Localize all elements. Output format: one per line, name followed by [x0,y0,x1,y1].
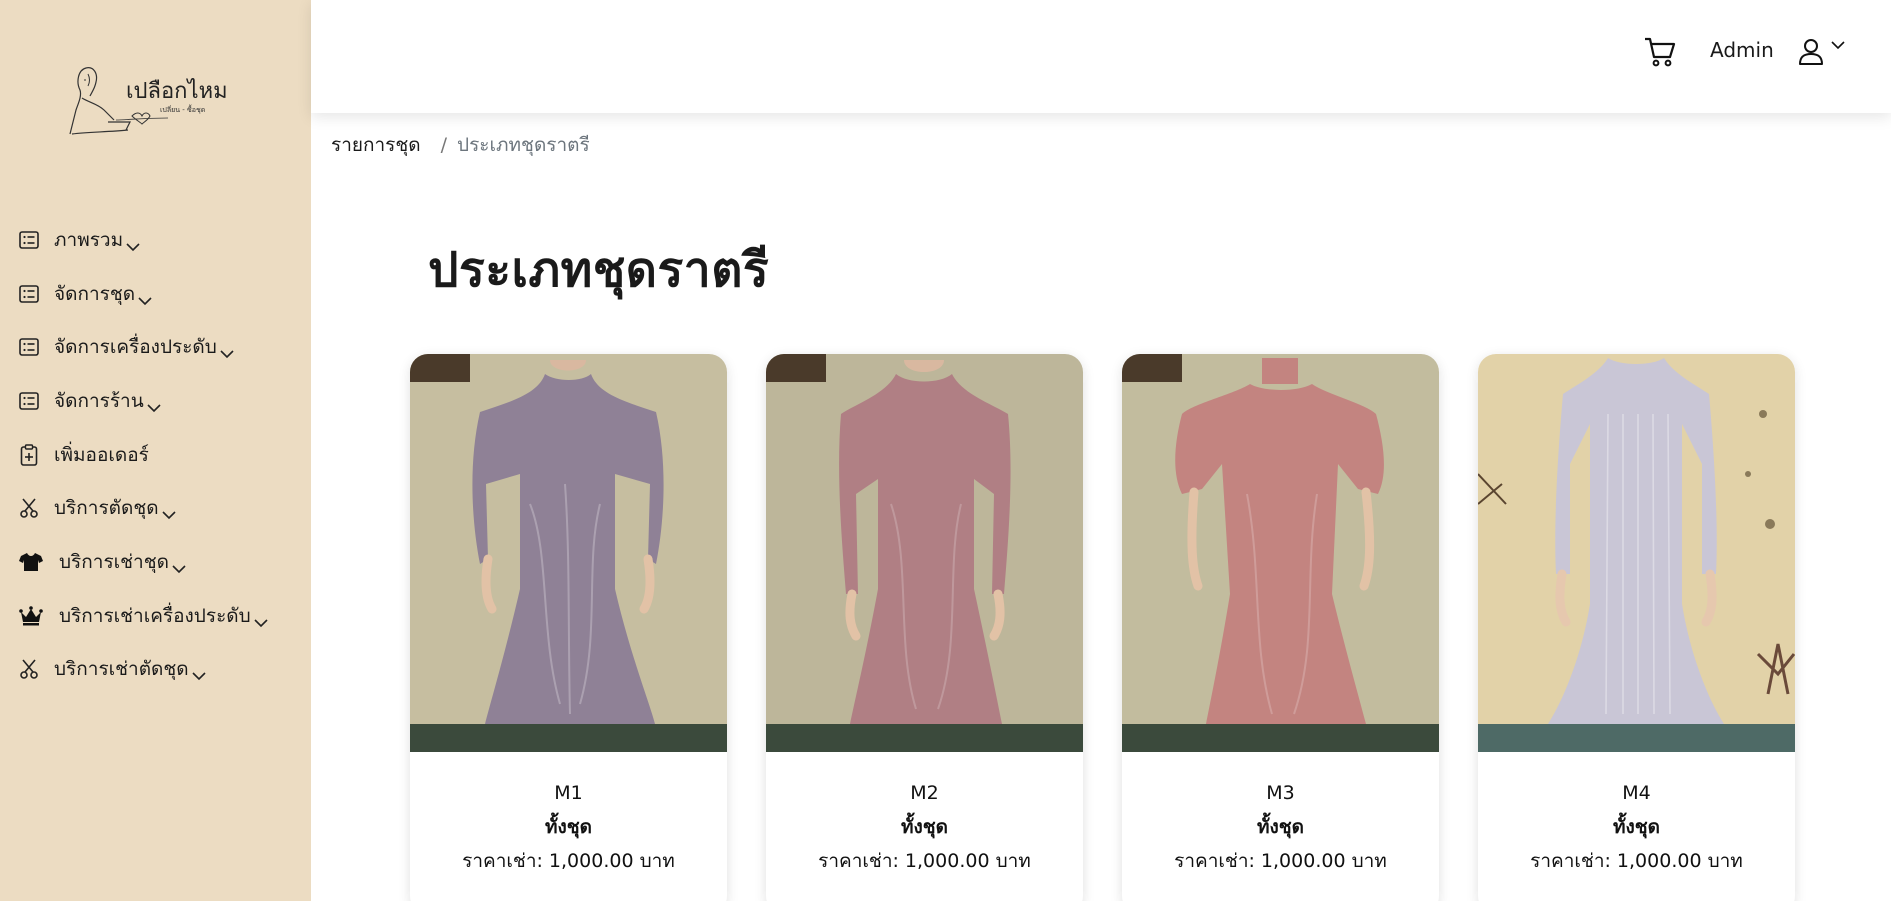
dress-image [766,354,1083,752]
sidebar-item-label: เพิ่มออเดอร์ [54,443,149,466]
app-root: เปลือกไหม เปลี่ยน - ซื้อชุด ภาพรวม จัดกา… [0,0,1891,901]
product-card[interactable]: M2 ทั้งชุด ราคาเช่า: 1,000.00 บาท [766,354,1083,901]
product-card[interactable]: M1 ทั้งชุด ราคาเช่า: 1,000.00 บาท [410,354,727,901]
sidebar-item-accessory-rental[interactable]: บริการเช่าเครื่องประดับ [0,589,311,643]
sidebar-item-overview[interactable]: ภาพรวม [0,213,311,267]
sidebar-item-tailoring-service[interactable]: บริการตัดชุด [0,481,311,535]
user-name[interactable]: Admin [1710,38,1774,62]
list-icon [18,229,40,251]
product-code: M1 [554,782,583,804]
dress-image [1478,354,1795,752]
list-icon [18,390,40,412]
sidebar-item-label: บริการเช่าตัดชุด [54,658,189,681]
dress-image [410,354,727,752]
sidebar-nav: ภาพรวม จัดการชุด จัดการเครื่องประดับ จัด… [0,213,311,696]
brand-logo[interactable]: เปลือกไหม เปลี่ยน - ซื้อชุด [68,60,248,145]
crown-icon [18,605,44,627]
chevron-down-icon [147,396,161,413]
product-price: ราคาเช่า: 1,000.00 บาท [818,850,1031,872]
list-icon [18,336,40,358]
sidebar-item-label: จัดการชุด [54,282,136,305]
sidebar-item-rent-tailoring[interactable]: บริการเช่าตัดชุด [0,643,311,697]
dress-image [1122,354,1439,752]
chevron-down-icon [220,342,234,359]
product-code: M4 [1622,782,1651,804]
chevron-down-icon [126,235,140,251]
chevron-down-icon [192,664,206,681]
breadcrumb-link[interactable]: รายการชุด [331,130,421,160]
product-card[interactable]: M4 ทั้งชุด ราคาเช่า: 1,000.00 บาท [1478,354,1795,901]
product-price: ราคาเช่า: 1,000.00 บาท [462,850,675,872]
card-body: M2 ทั้งชุด ราคาเช่า: 1,000.00 บาท [766,752,1083,878]
breadcrumb-separator: / [440,134,448,156]
user-menu-button[interactable] [1798,36,1858,68]
card-body: M4 ทั้งชุด ราคาเช่า: 1,000.00 บาท [1478,752,1795,878]
dress-collar [1262,358,1298,384]
sidebar-item-label: จัดการเครื่องประดับ [54,336,217,359]
sidebar-item-label: บริการเช่าเครื่องประดับ [59,604,251,627]
cart-button[interactable] [1644,36,1676,68]
chevron-down-icon [138,289,152,305]
product-code: M3 [1266,782,1295,804]
breadcrumb-current: ประเภทชุดราตรี [457,134,590,156]
svg-text:เปลือกไหม: เปลือกไหม [126,78,228,104]
page-title: ประเภทชุดราตรี [428,242,770,298]
clipboard-plus-icon [18,443,40,466]
chevron-down-icon [161,503,176,520]
product-category: ทั้งชุด [1256,816,1305,838]
product-price: ราคาเช่า: 1,000.00 บาท [1530,850,1743,872]
product-code: M2 [910,782,939,804]
chevron-down-icon [172,557,186,574]
user-icon [1799,39,1823,65]
scissors-icon [18,497,40,519]
logo-drawing: เปลือกไหม เปลี่ยน - ซื้อชุด [69,67,228,135]
chevron-down-icon [1831,41,1845,50]
chevron-down-icon [254,611,268,627]
svg-text:เปลี่ยน - ซื้อชุด: เปลี่ยน - ซื้อชุด [160,103,205,114]
product-category: ทั้งชุด [900,816,949,838]
product-card[interactable]: M3 ทั้งชุด ราคาเช่า: 1,000.00 บาท [1122,354,1439,901]
top-bar: Admin [311,0,1891,113]
scissors-icon [18,658,40,680]
tshirt-icon [18,551,44,573]
sidebar: เปลือกไหม เปลี่ยน - ซื้อชุด ภาพรวม จัดกา… [0,0,311,901]
cart-icon [1645,37,1676,67]
sidebar-item-dress-rental[interactable]: บริการเช่าชุด [0,535,311,589]
card-body: M1 ทั้งชุด ราคาเช่า: 1,000.00 บาท [410,752,727,878]
sidebar-item-label: จัดการร้าน [54,389,144,412]
sidebar-item-label: บริการเช่าชุด [59,550,169,573]
sidebar-item-label: ภาพรวม [54,228,124,251]
product-price: ราคาเช่า: 1,000.00 บาท [1174,850,1387,872]
sidebar-item-add-order[interactable]: เพิ่มออเดอร์ [0,428,311,482]
product-category: ทั้งชุด [544,816,593,838]
sidebar-item-label: บริการตัดชุด [54,497,159,520]
product-category: ทั้งชุด [1612,816,1661,838]
sidebar-item-manage-accessories[interactable]: จัดการเครื่องประดับ [0,320,311,374]
list-icon [18,283,40,305]
breadcrumb: รายการชุด / ประเภทชุดราตรี [331,130,590,160]
card-body: M3 ทั้งชุด ราคาเช่า: 1,000.00 บาท [1122,752,1439,878]
sidebar-item-manage-dresses[interactable]: จัดการชุด [0,267,311,321]
sidebar-item-manage-shop[interactable]: จัดการร้าน [0,374,311,428]
